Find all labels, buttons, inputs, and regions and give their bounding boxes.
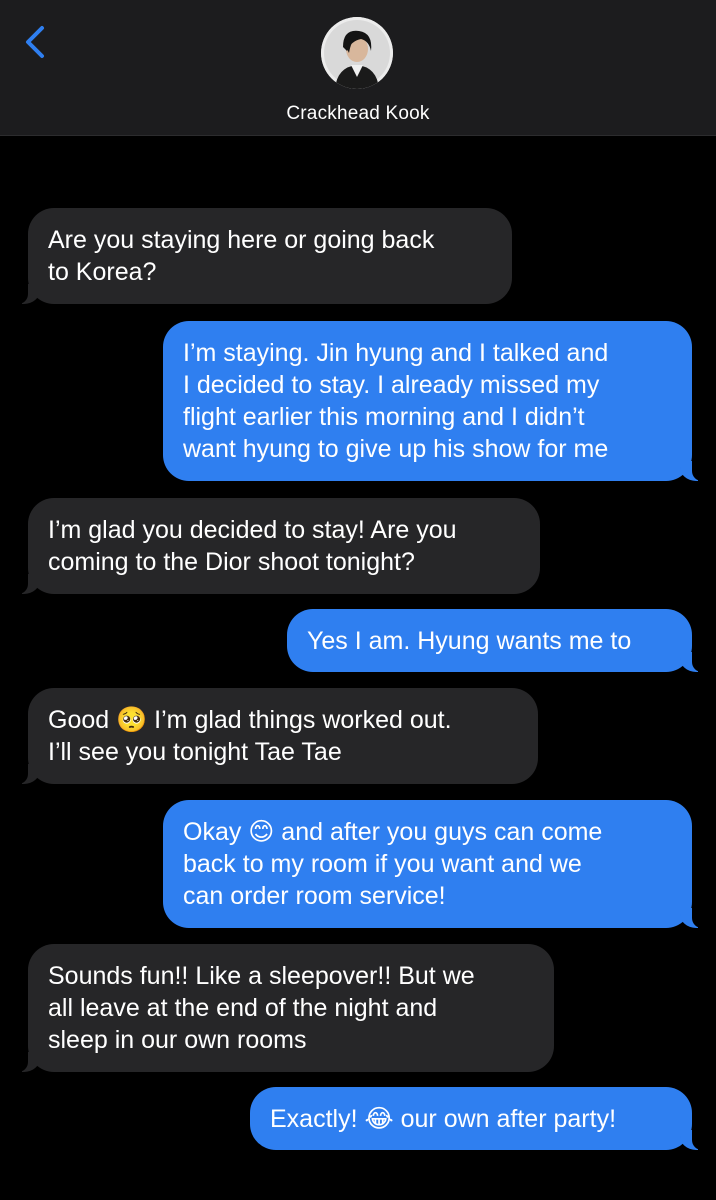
message-text-line: I’m staying. Jin hyung and I talked and xyxy=(183,339,609,367)
message-text-line: flight earlier this morning and I didn’t xyxy=(183,403,585,431)
message-text-line: I’ll see you tonight Tae Tae xyxy=(48,738,342,766)
message-text-line: can order room service! xyxy=(183,882,446,910)
message-bubble-outgoing[interactable]: Okay 😊 and after you guys can come back … xyxy=(163,800,708,928)
message-text-line: Exactly! 😂 our own after party! xyxy=(270,1105,617,1133)
message-bubble-incoming[interactable]: Good 🥺 I’m glad things worked out. I’ll … xyxy=(12,688,538,784)
message-bubble-outgoing[interactable]: Exactly! 😂 our own after party! xyxy=(250,1087,708,1150)
message-text-line: Good 🥺 I’m glad things worked out. xyxy=(48,706,452,734)
message-bubble-outgoing[interactable]: Yes I am. Hyung wants me to xyxy=(287,609,708,672)
message-text-line: back to my room if you want and we xyxy=(183,850,582,878)
message-text-line: Are you staying here or going back xyxy=(48,226,435,254)
message-text-line: Sounds fun!! Like a sleepover!! But we xyxy=(48,962,475,990)
conversation-header: Crackhead Kook xyxy=(0,0,716,136)
message-text-line: Yes I am. Hyung wants me to xyxy=(307,627,632,655)
message-bubble-incoming[interactable]: Are you staying here or going back to Ko… xyxy=(12,208,512,304)
message-text-line: sleep in our own rooms xyxy=(48,1026,307,1054)
message-bubble-outgoing[interactable]: I’m staying. Jin hyung and I talked and … xyxy=(163,321,708,481)
back-button[interactable] xyxy=(18,22,54,62)
avatar[interactable] xyxy=(321,17,393,89)
message-text-line: all leave at the end of the night and xyxy=(48,994,438,1022)
message-text-line: coming to the Dior shoot tonight? xyxy=(48,548,415,576)
message-bubble-incoming[interactable]: Sounds fun!! Like a sleepover!! But we a… xyxy=(12,944,554,1072)
contact-name[interactable]: Crackhead Kook xyxy=(0,103,716,125)
chevron-left-icon xyxy=(26,26,44,58)
message-text-line: want hyung to give up his show for me xyxy=(183,435,609,463)
contact-photo xyxy=(321,17,393,89)
message-bubble-incoming[interactable]: I’m glad you decided to stay! Are you co… xyxy=(12,498,540,594)
message-text-line: to Korea? xyxy=(48,258,157,286)
message-text-line: I decided to stay. I already missed my xyxy=(183,371,600,399)
message-text-line: Okay 😊 and after you guys can come xyxy=(183,818,603,846)
message-text-line: I’m glad you decided to stay! Are you xyxy=(48,516,457,544)
